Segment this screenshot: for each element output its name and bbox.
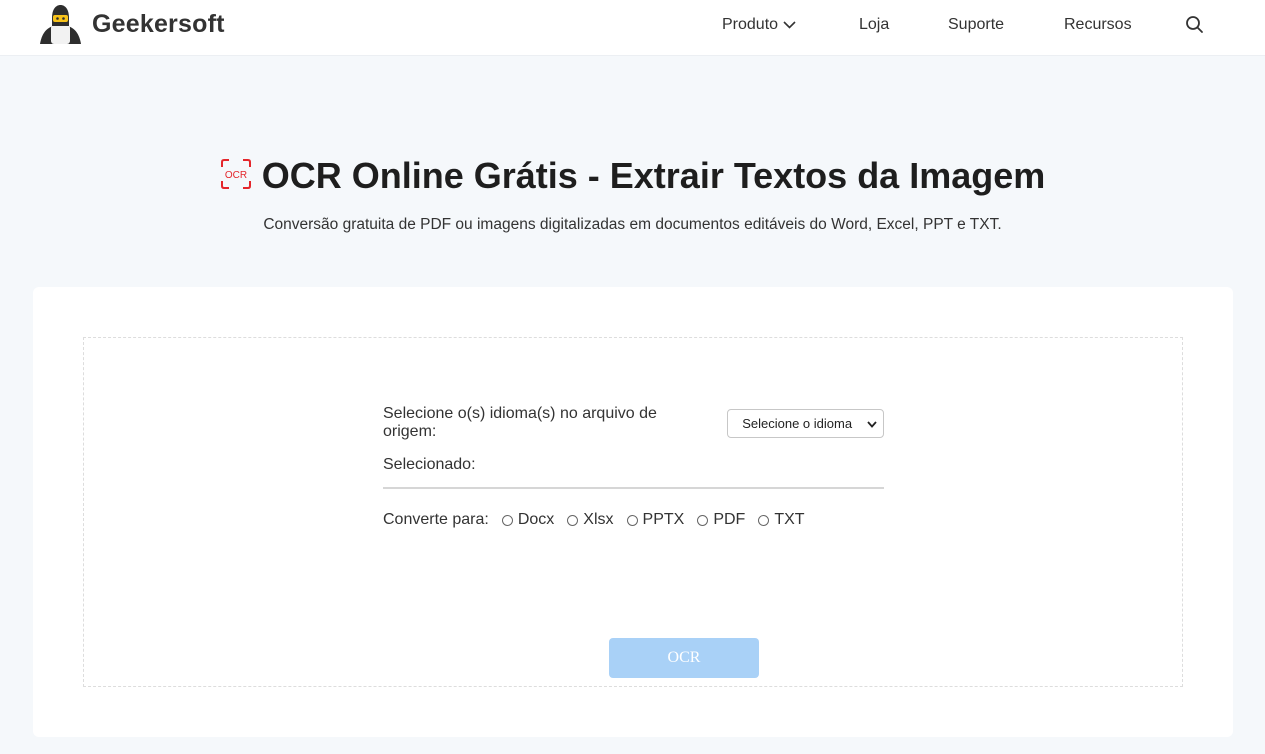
- format-option-txt[interactable]: TXT: [758, 511, 805, 529]
- convert-format-row: Converte para: Docx Xlsx PPTX PDF TXT: [383, 511, 884, 529]
- nav-loja[interactable]: Loja: [859, 16, 889, 34]
- ocr-options-form: Selecione o(s) idioma(s) no arquivo de o…: [383, 405, 884, 529]
- page-title: OCR OCR Online Grátis - Extrair Textos d…: [0, 155, 1265, 197]
- radio-docx[interactable]: [501, 514, 513, 526]
- radio-txt[interactable]: [758, 514, 770, 526]
- logo-text: Geekersoft: [92, 9, 225, 38]
- language-select-value: Selecione o idioma: [742, 415, 853, 431]
- radio-pptx[interactable]: [626, 514, 638, 526]
- upload-dropzone[interactable]: Selecione o(s) idioma(s) no arquivo de o…: [83, 337, 1183, 687]
- nav-loja-label: Loja: [859, 16, 890, 33]
- format-option-xlsx[interactable]: Xlsx: [567, 511, 614, 529]
- site-logo[interactable]: Geekersoft: [38, 2, 225, 46]
- page-title-text: OCR Online Grátis - Extrair Textos da Im…: [261, 155, 1046, 196]
- nav-recursos-label: Recursos: [1064, 16, 1132, 33]
- format-option-pdf[interactable]: PDF: [697, 511, 745, 529]
- select-chevron-icon: [867, 416, 877, 431]
- penguin-logo-icon: [38, 4, 83, 44]
- nav-produto[interactable]: Produto: [722, 16, 796, 34]
- selected-label: Selecionado:: [383, 456, 476, 473]
- ocr-tool-card: Selecione o(s) idioma(s) no arquivo de o…: [33, 287, 1233, 737]
- site-header: Geekersoft Produto Loja Suporte Recursos: [0, 0, 1265, 56]
- format-option-pptx[interactable]: PPTX: [626, 511, 685, 529]
- ocr-icon-label: OCR: [225, 170, 247, 181]
- format-txt-label: TXT: [774, 511, 805, 528]
- convert-label: Converte para:: [383, 511, 489, 528]
- ocr-button[interactable]: OCR: [609, 638, 759, 678]
- language-label: Selecione o(s) idioma(s) no arquivo de o…: [383, 405, 657, 440]
- ocr-scan-icon: OCR: [220, 158, 252, 195]
- language-row: Selecione o(s) idioma(s) no arquivo de o…: [383, 405, 884, 440]
- nav-suporte-label: Suporte: [948, 16, 1005, 33]
- selected-languages-row: Selecionado:: [383, 455, 884, 489]
- format-pptx-label: PPTX: [642, 511, 685, 528]
- nav-recursos[interactable]: Recursos: [1064, 16, 1132, 34]
- format-option-docx[interactable]: Docx: [501, 511, 555, 529]
- search-icon[interactable]: [1185, 15, 1204, 39]
- format-xlsx-label: Xlsx: [583, 511, 614, 528]
- language-select[interactable]: Selecione o idioma: [727, 408, 884, 438]
- nav-suporte[interactable]: Suporte: [948, 16, 1004, 34]
- page-subtitle: Conversão gratuita de PDF ou imagens dig…: [263, 216, 1002, 233]
- nav-produto-label: Produto: [722, 16, 779, 33]
- format-pdf-label: PDF: [713, 511, 746, 528]
- format-docx-label: Docx: [517, 511, 555, 528]
- radio-pdf[interactable]: [697, 514, 709, 526]
- radio-xlsx[interactable]: [567, 514, 579, 526]
- chevron-down-icon: [783, 16, 796, 34]
